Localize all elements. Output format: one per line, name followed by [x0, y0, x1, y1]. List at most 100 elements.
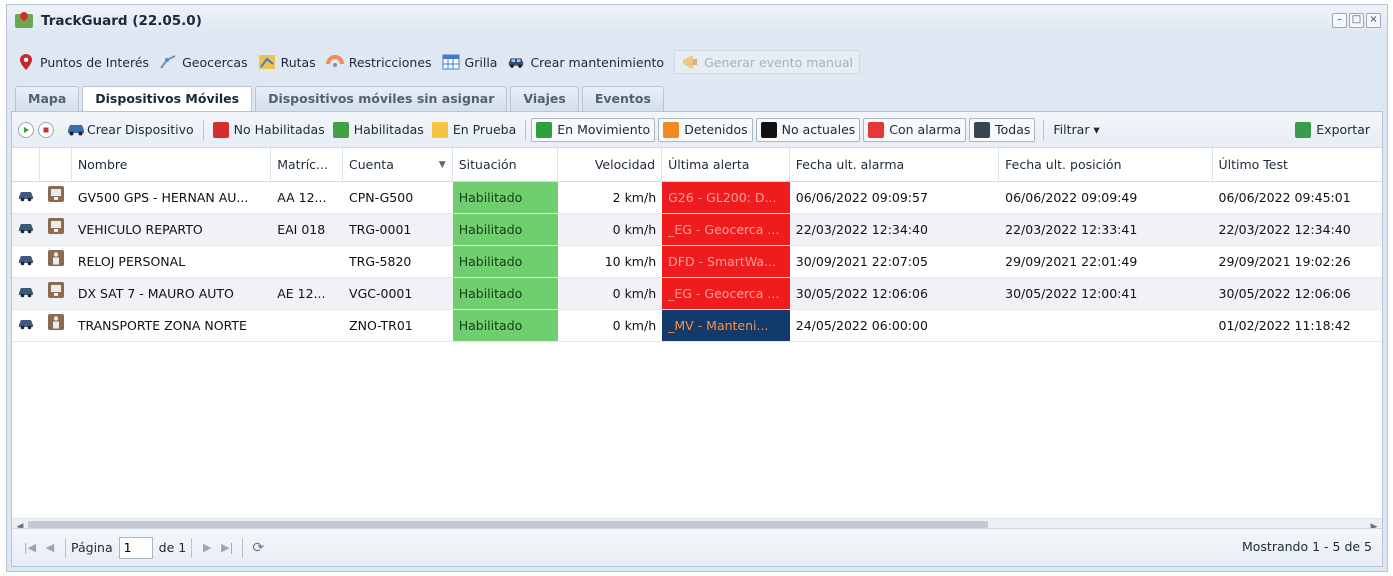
- filter-habilitadas-button[interactable]: Habilitadas: [329, 118, 428, 142]
- filter-detenidos-button[interactable]: Detenidos: [658, 117, 753, 142]
- tab-eventos[interactable]: Eventos: [581, 86, 664, 111]
- table-row[interactable]: DX SAT 7 - MAURO AUTO AE 12... VGC-0001 …: [12, 278, 1382, 310]
- sort-arrow-icon[interactable]: ▼: [439, 148, 446, 182]
- routes-icon: [258, 53, 276, 71]
- cell-fecha-alarma: 30/09/2021 22:07:05: [795, 254, 928, 269]
- cell-situacion: Habilitado: [452, 214, 559, 245]
- car-icon: [18, 246, 34, 277]
- cell-matricula: AE 12...: [277, 286, 326, 301]
- play-icon[interactable]: [18, 121, 34, 138]
- next-page-icon[interactable]: ▶: [197, 538, 217, 558]
- table-row[interactable]: TRANSPORTE ZONA NORTE ZNO-TR01 Habilitad…: [12, 310, 1382, 342]
- cell-cuenta: TRG-0001: [349, 222, 412, 237]
- cell-fecha-posicion: [999, 310, 1212, 341]
- binoculars-dark-icon: [974, 121, 991, 138]
- column-nombre-header[interactable]: Nombre: [72, 148, 272, 182]
- column-ultima-alerta-header[interactable]: Última alerta: [662, 148, 790, 182]
- table-row[interactable]: RELOJ PERSONAL TRG-5820 Habilitado 10 km…: [12, 246, 1382, 278]
- arrow-green-icon: [536, 121, 553, 138]
- car-icon: [66, 122, 84, 138]
- refresh-icon[interactable]: ⟳: [248, 538, 268, 558]
- binoculars-yellow-icon: [431, 121, 448, 138]
- grid-toolbar: Crear Dispositivo No Habilitadas Habilit…: [12, 112, 1382, 148]
- cell-nombre: TRANSPORTE ZONA NORTE: [77, 318, 247, 333]
- car-icon: [18, 310, 34, 341]
- cell-fecha-alarma: 30/05/2022 12:06:06: [795, 286, 928, 301]
- create-device-button[interactable]: Crear Dispositivo: [62, 118, 198, 142]
- column-ultimo-test-header[interactable]: Último Test: [1213, 148, 1383, 182]
- window-title: TrackGuard (22.05.0): [41, 13, 202, 29]
- pagination-bar: |◀ ◀ Página de 1 ▶ ▶| ⟳ Mostrando 1 - 5 …: [12, 528, 1382, 566]
- filtrar-dropdown[interactable]: Filtrar ▾: [1049, 118, 1103, 142]
- column-cuenta-header[interactable]: Cuenta ▼: [343, 148, 453, 182]
- column-fecha-posicion-header[interactable]: Fecha ult. posición: [999, 148, 1213, 182]
- page-number-input[interactable]: [118, 536, 153, 559]
- cell-ultima-alerta: _EG - Geocerca ...: [662, 214, 790, 245]
- export-button[interactable]: Exportar: [1291, 118, 1374, 142]
- restrictions-button[interactable]: Restricciones: [325, 53, 432, 71]
- car-icon: [18, 278, 34, 309]
- geofences-button[interactable]: Geocercas: [159, 53, 248, 71]
- cell-velocidad: 0 km/h: [612, 222, 657, 237]
- megaphone-icon: [681, 53, 699, 71]
- prev-page-icon[interactable]: ◀: [40, 538, 60, 558]
- cell-velocidad: 2 km/h: [612, 190, 657, 205]
- minimize-icon[interactable]: –: [1332, 13, 1347, 28]
- cell-cuenta: CPN-G500: [349, 190, 414, 205]
- filter-en-prueba-button[interactable]: En Prueba: [428, 118, 520, 142]
- first-page-icon[interactable]: |◀: [20, 538, 40, 558]
- cell-matricula: [271, 246, 343, 277]
- cell-situacion: Habilitado: [452, 182, 559, 213]
- page-label: Página: [71, 540, 113, 555]
- cell-fecha-alarma: 24/05/2022 06:00:00: [795, 318, 928, 333]
- tab-dispositivos-sin-asignar[interactable]: Dispositivos móviles sin asignar: [255, 86, 508, 111]
- create-maintenance-button[interactable]: Crear mantenimiento: [507, 53, 664, 71]
- cell-situacion: Habilitado: [452, 310, 559, 341]
- tab-mapa[interactable]: Mapa: [15, 86, 80, 111]
- cell-fecha-alarma: 22/03/2022 12:34:40: [795, 222, 928, 237]
- grid-button[interactable]: Grilla: [442, 53, 497, 71]
- car-icon: [18, 182, 34, 213]
- filter-todas-button[interactable]: Todas: [969, 117, 1036, 142]
- excel-icon: [1295, 121, 1312, 138]
- maximize-icon[interactable]: □: [1349, 13, 1364, 28]
- tab-viajes[interactable]: Viajes: [510, 86, 579, 111]
- grid-body: GV500 GPS - HERNAN AU... AA 12... CPN-G5…: [12, 182, 1382, 342]
- tab-dispositivos-moviles[interactable]: Dispositivos Móviles: [82, 86, 253, 113]
- last-page-icon[interactable]: ▶|: [217, 538, 237, 558]
- stop-icon[interactable]: [38, 121, 54, 138]
- filter-con-alarma-button[interactable]: Con alarma: [863, 117, 967, 142]
- points-of-interest-button[interactable]: Puntos de Interés: [17, 53, 149, 71]
- table-row[interactable]: VEHICULO REPARTO EAI 018 TRG-0001 Habili…: [12, 214, 1382, 246]
- filter-no-habilitadas-button[interactable]: No Habilitadas: [209, 118, 329, 142]
- column-icon1-header[interactable]: [12, 148, 40, 182]
- generate-manual-event-button[interactable]: Generar evento manual: [674, 50, 861, 74]
- column-matricula-header[interactable]: Matríc...: [271, 148, 344, 182]
- paging-info: Mostrando 1 - 5 de 5: [1241, 539, 1372, 554]
- cell-cuenta: ZNO-TR01: [349, 318, 413, 333]
- cell-ultima-alerta: _MV - Manteni...: [662, 310, 790, 341]
- page-total-label: de 1: [158, 540, 187, 555]
- map-pin-icon: [17, 53, 35, 71]
- devices-panel: Crear Dispositivo No Habilitadas Habilit…: [11, 111, 1383, 567]
- filter-en-movimiento-button[interactable]: En Movimiento: [531, 117, 656, 142]
- cell-ultimo-test: 06/06/2022 09:45:01: [1218, 190, 1351, 205]
- table-row[interactable]: GV500 GPS - HERNAN AU... AA 12... CPN-G5…: [12, 182, 1382, 214]
- cell-fecha-posicion: 29/09/2021 22:01:49: [1005, 254, 1138, 269]
- column-velocidad-header[interactable]: Velocidad: [558, 148, 663, 182]
- column-icon2-header[interactable]: [40, 148, 72, 182]
- column-fecha-alarma-header[interactable]: Fecha ult. alarma: [790, 148, 1000, 182]
- cell-nombre: RELOJ PERSONAL: [77, 254, 186, 269]
- filter-no-actuales-button[interactable]: No actuales: [755, 117, 861, 142]
- cell-fecha-alarma: 06/06/2022 09:09:57: [795, 190, 928, 205]
- cell-velocidad: 10 km/h: [604, 254, 657, 269]
- column-situacion-header[interactable]: Situación: [453, 148, 559, 182]
- cell-nombre: DX SAT 7 - MAURO AUTO: [77, 286, 234, 301]
- tab-bar: Mapa Dispositivos Móviles Dispositivos m…: [15, 86, 664, 113]
- cell-velocidad: 0 km/h: [612, 286, 657, 301]
- cell-fecha-posicion: 30/05/2022 12:00:41: [1005, 286, 1138, 301]
- close-icon[interactable]: ×: [1366, 13, 1381, 28]
- device-tablet-icon: [47, 278, 64, 309]
- binoculars-green-icon: [332, 121, 349, 138]
- routes-button[interactable]: Rutas: [258, 53, 316, 71]
